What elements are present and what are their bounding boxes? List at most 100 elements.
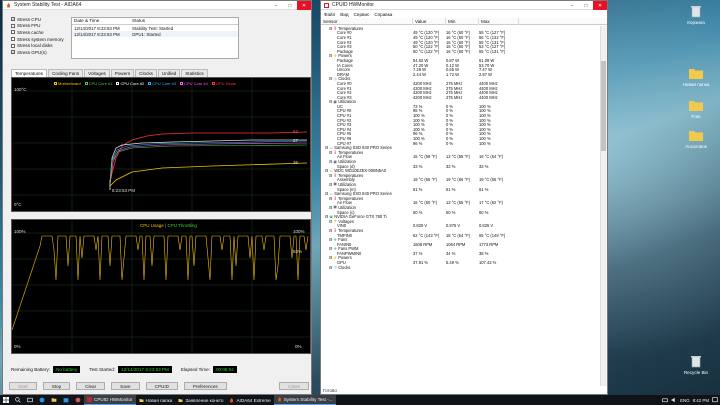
desktop-icon-recycle-bin[interactable]: Recycle Bin [676, 354, 716, 375]
taskbar-stability-test[interactable]: System Stability Test -... [273, 395, 336, 405]
edge-icon [39, 397, 45, 403]
sensor-min: 13 °C (55 °F) [446, 154, 470, 160]
desktop-icon-new-folder[interactable]: Новая папка [676, 66, 716, 87]
folder-icon [178, 398, 183, 402]
recycle-bin-icon [691, 356, 701, 368]
close-button[interactable]: Close [279, 382, 309, 390]
menu-help[interactable]: Справка [374, 12, 392, 17]
legend-cpu-throttling[interactable]: CPU Throttling [167, 223, 196, 228]
minimize-button[interactable]: – [565, 1, 579, 10]
menu-view[interactable]: Вид [340, 12, 348, 17]
sensor-group[interactable]: ⊟ ◷ Clocks [321, 265, 599, 270]
taskbar-search-icon[interactable] [12, 395, 24, 405]
maximize-button[interactable]: □ [283, 1, 297, 10]
sensor-max: 1773 RPM [479, 241, 499, 247]
stress-gpu-checkbox[interactable]: ✓ Stress GPU(s) [11, 49, 71, 56]
stress-cache-checkbox[interactable]: Stress cache [11, 29, 71, 36]
legend-cpu-core-4[interactable]: CPU Core #4 [180, 81, 208, 86]
tab-temperatures[interactable]: Temperatures [11, 69, 48, 77]
hwmonitor-titlebar[interactable]: CPUID HWMonitor – □ ✕ [321, 1, 607, 10]
col-max[interactable]: Max [479, 17, 519, 25]
tab-voltages[interactable]: Voltages [84, 69, 110, 77]
table-row[interactable]: 12/14/2017 8:23:53 PM Stability Test: St… [72, 25, 238, 31]
collapse-toggle-icon[interactable]: ⊟ [329, 265, 332, 270]
tab-cooling-fans[interactable]: Cooling Fans [48, 69, 84, 77]
desktop-icon-recycle[interactable]: Корзина [676, 4, 716, 25]
sensor-max: 0.825 V [479, 223, 494, 229]
legend-gpu-diode[interactable]: GPU Diode [211, 81, 236, 86]
col-value[interactable]: Value [413, 17, 446, 25]
scrollbar-thumb[interactable] [601, 61, 606, 151]
status-log-table: Date & Time Status 12/14/2017 8:23:53 PM… [71, 17, 239, 59]
sensor-value: 16 °C (60 °F) [413, 200, 437, 206]
stress-fpu-checkbox[interactable]: Stress FPU [11, 23, 71, 30]
col-date[interactable]: Date & Time [72, 18, 130, 24]
taskbar-edge[interactable] [36, 395, 48, 405]
desktop-icon-folder3[interactable]: Ансаговок [676, 128, 716, 149]
hwmonitor-status: Готово [323, 388, 337, 393]
taskbar-task-view[interactable] [24, 395, 36, 405]
table-row[interactable]: 12/14/2017 8:23:53 PM GPU1: Started [72, 31, 238, 37]
sensor-min: 16 °C (60 °F) [446, 48, 470, 54]
legend-cpu-core-1[interactable]: CPU Core #1 [84, 81, 112, 86]
cpu-core-value: 57 [293, 138, 299, 143]
taskbar-store[interactable] [60, 395, 72, 405]
clear-button[interactable]: Clear [76, 382, 106, 390]
tab-statistics[interactable]: Statistics [181, 69, 208, 77]
elapsed-label: Elapsed Time: [180, 367, 210, 372]
sensor-value: 37 % [413, 250, 423, 256]
clock[interactable]: 8:42 PM [693, 398, 709, 403]
sensor-min: 1064 RPM [446, 241, 466, 247]
save-button[interactable]: Save [111, 382, 140, 390]
cpu-core-green-line [109, 144, 308, 185]
cpuid-button[interactable]: CPUID [145, 382, 178, 390]
taskbar-chrome[interactable] [72, 395, 84, 405]
test-start-time: 8:23:53 PM [112, 188, 136, 193]
stress-disks-checkbox[interactable]: Stress local disks [11, 42, 71, 49]
start-button[interactable] [0, 395, 12, 405]
sensor-min: 33 % [446, 163, 456, 169]
volume-icon[interactable] [671, 397, 677, 403]
aida-titlebar[interactable]: System Stability Test - AIDA64 – □ ✕ [3, 1, 311, 10]
maximize-button[interactable]: □ [579, 1, 593, 10]
usage-right-mid: 83% [293, 249, 303, 254]
close-window-button[interactable]: ✕ [297, 1, 311, 10]
stop-button[interactable]: Stop [42, 382, 71, 390]
legend-cpu-usage[interactable]: CPU Usage [140, 223, 164, 228]
sensor-column-headers: Sensor Value Min Max [321, 17, 607, 25]
taskbar-new-folder[interactable]: Новая папка [136, 395, 176, 405]
stress-memory-checkbox[interactable]: Stress system memory [11, 36, 71, 43]
sensor-max: 65 °C (149 °F) [479, 232, 506, 238]
stress-cpu-checkbox[interactable]: ✓ Stress CPU [11, 16, 71, 23]
col-sensor[interactable]: Sensor [321, 17, 413, 25]
folder-icon [51, 398, 57, 402]
tab-powers[interactable]: Powers [110, 69, 135, 77]
desktop-icon-foto[interactable]: Foto [676, 98, 716, 119]
language-indicator[interactable]: ENG [680, 398, 690, 403]
col-status[interactable]: Status [130, 18, 238, 24]
taskbar: CPUID HWMonitor Новая папка Заявление ко… [0, 395, 720, 405]
network-icon[interactable] [662, 397, 668, 403]
aida-stability-window: System Stability Test - AIDA64 – □ ✕ ✓ St… [2, 0, 312, 395]
taskbar-document[interactable]: Заявление конкто [175, 395, 226, 405]
taskbar-aida64[interactable]: AIDA64 Extreme [226, 395, 273, 405]
menu-tools[interactable]: Сервис [354, 12, 370, 17]
tab-unified[interactable]: Unified [157, 69, 181, 77]
sensor-max: 100 % [479, 140, 491, 146]
legend-motherboard[interactable]: Motherboard [54, 81, 81, 86]
col-min[interactable]: Min [446, 17, 479, 25]
close-window-button[interactable]: ✕ [593, 1, 607, 10]
sensor-value: 96 % [413, 140, 423, 146]
tab-clocks[interactable]: Clocks [135, 69, 157, 77]
menu-file[interactable]: Файл [324, 12, 335, 17]
sensor-max: 61 % [479, 186, 489, 192]
legend-cpu-core-3[interactable]: CPU Core #3 [148, 81, 176, 86]
preferences-button[interactable]: Preferences [183, 382, 227, 390]
taskbar-hwmonitor[interactable]: CPUID HWMonitor [84, 395, 136, 405]
start-button[interactable]: Start [9, 382, 37, 390]
taskbar-explorer[interactable] [48, 395, 60, 405]
legend-cpu-core-2[interactable]: CPU Core #2 [116, 81, 144, 86]
notifications-icon[interactable] [712, 397, 718, 403]
minimize-button[interactable]: – [269, 1, 283, 10]
sensor-min: 34 % [446, 250, 456, 256]
